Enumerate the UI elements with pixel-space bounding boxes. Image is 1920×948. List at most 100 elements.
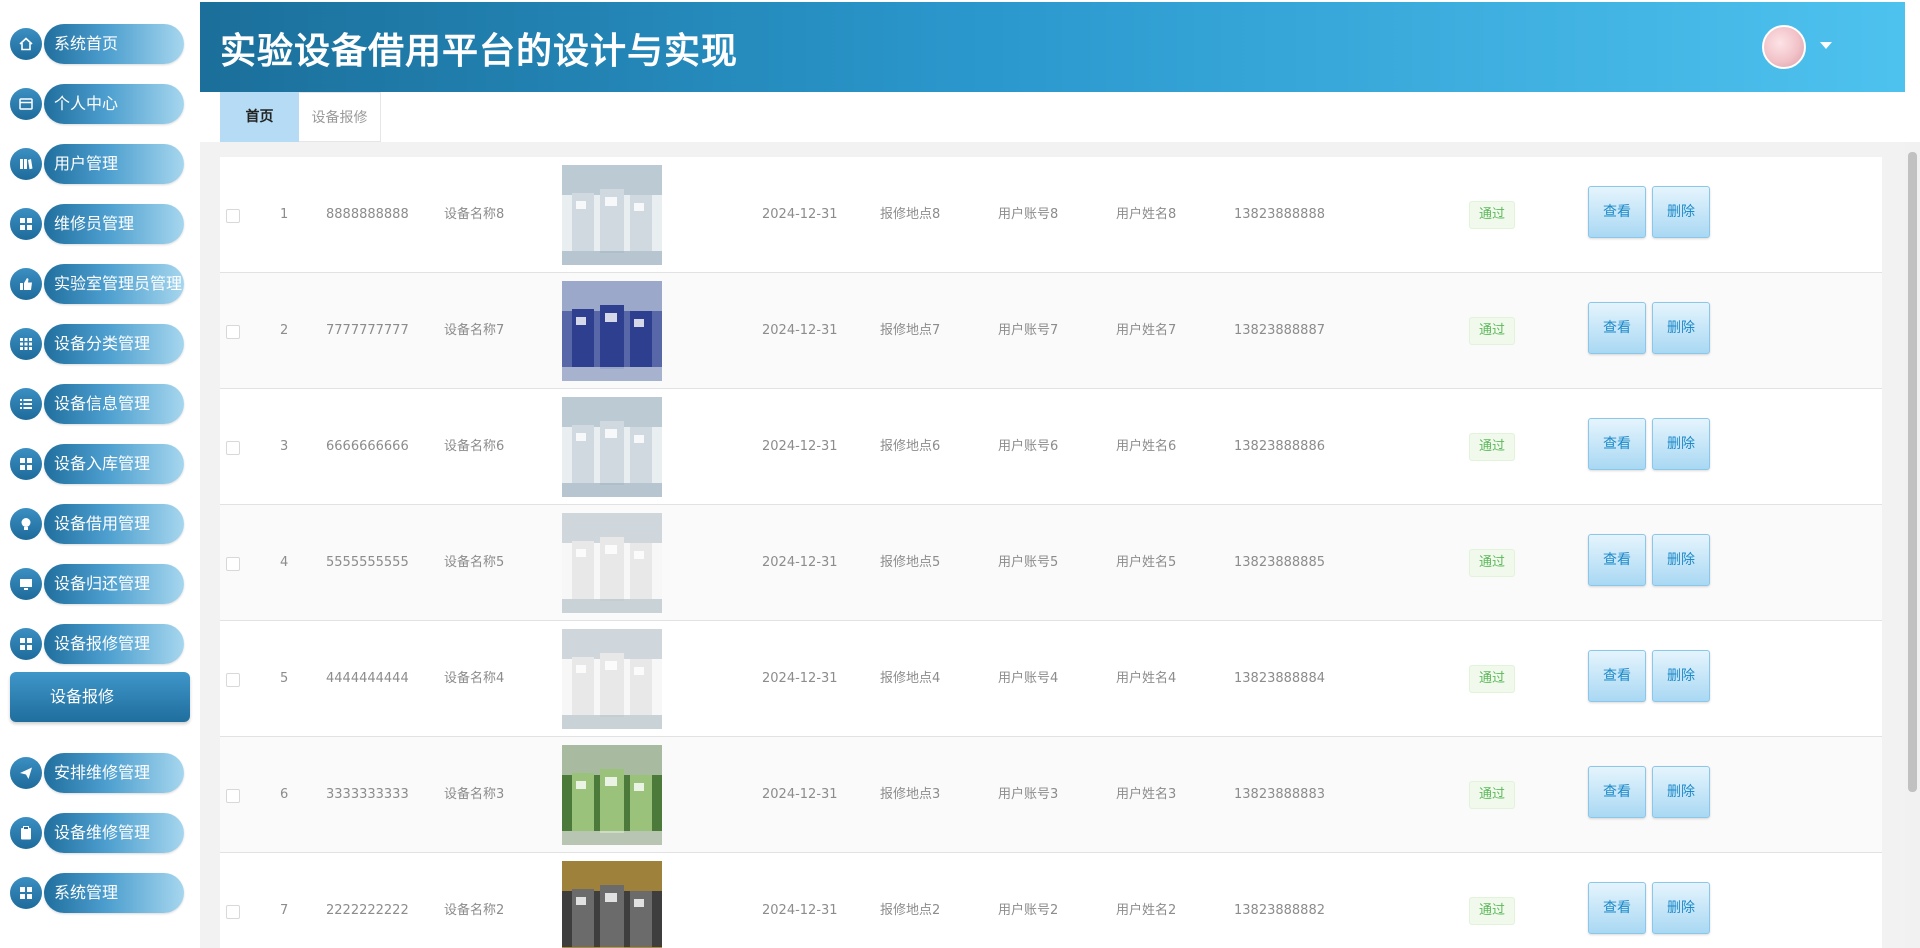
- table-row: 1 8888888888 设备名称8 2024-12-31 报修地点8 用户账号8 用户姓名…: [220, 157, 1882, 273]
- sidebar-item-label: 设备维修管理: [44, 813, 184, 853]
- grid-icon: [10, 448, 42, 480]
- cell-name: 设备名称6: [444, 439, 505, 454]
- cell-account: 用户账号4: [998, 671, 1059, 686]
- sidebar-item-schedule-repair-management[interactable]: 安排维修管理: [10, 751, 184, 793]
- view-button[interactable]: 查看: [1588, 650, 1646, 702]
- delete-button[interactable]: 删除: [1652, 882, 1710, 934]
- cell-index: 1: [280, 207, 289, 222]
- row-checkbox[interactable]: [226, 325, 240, 339]
- cell-date: 2024-12-31: [762, 555, 838, 570]
- view-button[interactable]: 查看: [1588, 534, 1646, 586]
- main-content: 1 8888888888 设备名称8 2024-12-31 报修地点8 用户账号8 用户姓名…: [200, 142, 1905, 948]
- cell-location: 报修地点6: [880, 439, 941, 454]
- view-button[interactable]: 查看: [1588, 418, 1646, 470]
- cell-account: 用户账号8: [998, 207, 1059, 222]
- sidebar-item-label: 用户管理: [44, 144, 184, 184]
- row-checkbox[interactable]: [226, 441, 240, 455]
- scrollbar[interactable]: [1905, 142, 1920, 948]
- row-checkbox[interactable]: [226, 209, 240, 223]
- equipment-image: [562, 861, 662, 948]
- sidebar-item-borrow-management[interactable]: 设备借用管理: [10, 502, 184, 544]
- cell-phone: 13823888888: [1234, 207, 1325, 222]
- clipboard-icon: [10, 817, 42, 849]
- cell-name: 设备名称8: [444, 207, 505, 222]
- sidebar-item-label: 设备信息管理: [44, 384, 184, 424]
- equipment-image: [562, 629, 662, 729]
- tab-home[interactable]: 首页: [220, 92, 299, 142]
- sidebar-item-user-management[interactable]: 用户管理: [10, 142, 184, 184]
- sidebar-item-stock-in-management[interactable]: 设备入库管理: [10, 442, 184, 484]
- profile-card-icon: [10, 88, 42, 120]
- chevron-down-icon[interactable]: [1820, 42, 1832, 49]
- sidebar-item-info-management[interactable]: 设备信息管理: [10, 382, 184, 424]
- table-row: 5 4444444444 设备名称4 2024-12-31 报修地点4 用户账号4 用户姓名…: [220, 621, 1882, 737]
- table-row: 4 5555555555 设备名称5 2024-12-31 报修地点5 用户账号5 用户姓名…: [220, 505, 1882, 621]
- delete-button[interactable]: 删除: [1652, 650, 1710, 702]
- row-checkbox[interactable]: [226, 673, 240, 687]
- sidebar-subitem-repair-report[interactable]: 设备报修: [10, 672, 190, 722]
- sidebar-item-label: 设备报修管理: [44, 624, 184, 664]
- bulb-icon: [10, 508, 42, 540]
- sidebar-item-personal-center[interactable]: 个人中心: [10, 82, 184, 124]
- grid-icon: [10, 628, 42, 660]
- cell-date: 2024-12-31: [762, 323, 838, 338]
- status-badge: 通过: [1469, 549, 1515, 577]
- row-checkbox[interactable]: [226, 557, 240, 571]
- delete-button[interactable]: 删除: [1652, 418, 1710, 470]
- cell-name: 设备名称3: [444, 787, 505, 802]
- sidebar-item-label: 设备入库管理: [44, 444, 184, 484]
- cell-phone: 13823888886: [1234, 439, 1325, 454]
- sidebar: 系统首页 个人中心 用户管理 维修员管理 实验室管理员管理 设备分类管理 设备信…: [0, 0, 200, 948]
- row-checkbox[interactable]: [226, 789, 240, 803]
- delete-button[interactable]: 删除: [1652, 302, 1710, 354]
- books-icon: [10, 148, 42, 180]
- avatar[interactable]: [1762, 25, 1806, 69]
- cell-account: 用户账号6: [998, 439, 1059, 454]
- row-checkbox[interactable]: [226, 905, 240, 919]
- cell-date: 2024-12-31: [762, 439, 838, 454]
- equipment-image: [562, 397, 662, 497]
- view-button[interactable]: 查看: [1588, 766, 1646, 818]
- header-bar: 实验设备借用平台的设计与实现: [200, 2, 1905, 92]
- sidebar-item-label: 安排维修管理: [44, 753, 184, 793]
- sidebar-item-maintenance-management[interactable]: 设备维修管理: [10, 811, 184, 853]
- view-button[interactable]: 查看: [1588, 882, 1646, 934]
- delete-button[interactable]: 删除: [1652, 766, 1710, 818]
- cell-account: 用户账号7: [998, 323, 1059, 338]
- status-badge: 通过: [1469, 665, 1515, 693]
- send-icon: [10, 757, 42, 789]
- view-button[interactable]: 查看: [1588, 186, 1646, 238]
- delete-button[interactable]: 删除: [1652, 534, 1710, 586]
- cell-phone: 13823888882: [1234, 903, 1325, 918]
- status-badge: 通过: [1469, 317, 1515, 345]
- sidebar-item-home[interactable]: 系统首页: [10, 22, 184, 64]
- sidebar-item-label: 个人中心: [44, 84, 184, 124]
- cell-code: 7777777777: [326, 323, 409, 338]
- view-button[interactable]: 查看: [1588, 302, 1646, 354]
- cell-index: 2: [280, 323, 289, 338]
- cell-location: 报修地点5: [880, 555, 941, 570]
- sidebar-item-label: 设备分类管理: [44, 324, 184, 364]
- sidebar-item-repair-report-management[interactable]: 设备报修管理: [10, 622, 184, 664]
- cell-date: 2024-12-31: [762, 787, 838, 802]
- cell-account: 用户账号5: [998, 555, 1059, 570]
- grid-icon: [10, 208, 42, 240]
- sidebar-item-system-management[interactable]: 系统管理: [10, 871, 184, 913]
- cell-index: 7: [280, 903, 289, 918]
- app-root: 系统首页 个人中心 用户管理 维修员管理 实验室管理员管理 设备分类管理 设备信…: [0, 0, 1920, 948]
- sidebar-item-return-management[interactable]: 设备归还管理: [10, 562, 184, 604]
- thumbs-up-icon: [10, 268, 42, 300]
- cell-name: 设备名称4: [444, 671, 505, 686]
- scrollbar-thumb[interactable]: [1908, 152, 1917, 792]
- tab-repair-report[interactable]: 设备报修: [299, 92, 381, 142]
- cell-code: 8888888888: [326, 207, 409, 222]
- sidebar-item-repairman-management[interactable]: 维修员管理: [10, 202, 184, 244]
- sidebar-item-lab-admin-management[interactable]: 实验室管理员管理: [10, 262, 184, 304]
- delete-button[interactable]: 删除: [1652, 186, 1710, 238]
- cell-index: 6: [280, 787, 289, 802]
- sidebar-item-category-management[interactable]: 设备分类管理: [10, 322, 184, 364]
- cell-location: 报修地点3: [880, 787, 941, 802]
- tab-bar: 首页 设备报修: [220, 92, 1905, 142]
- table-row: 3 6666666666 设备名称6 2024-12-31 报修地点6 用户账号6 用户姓名…: [220, 389, 1882, 505]
- cell-index: 5: [280, 671, 289, 686]
